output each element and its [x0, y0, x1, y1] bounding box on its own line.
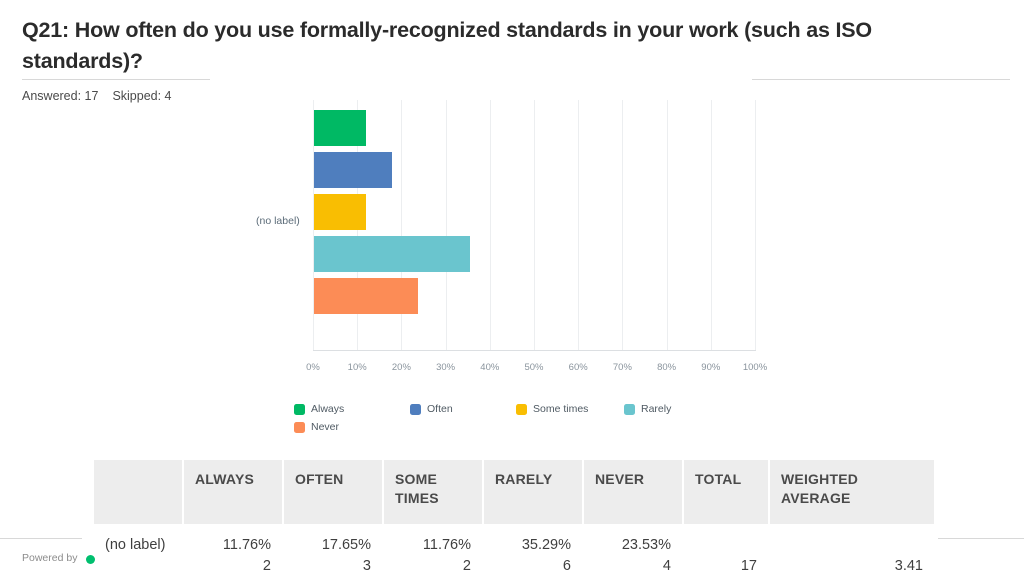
chart-bar-never	[314, 278, 418, 314]
chart-bar-rarely	[314, 236, 470, 272]
legend-item-some-times[interactable]: Some times	[516, 403, 588, 415]
chart-gridline	[534, 100, 535, 350]
legend-label: Some times	[533, 403, 589, 415]
table-header-sometimes: SOME TIMES	[384, 460, 482, 524]
chart-gridline	[710, 100, 712, 350]
legend-swatch-icon	[294, 403, 305, 415]
table-header-rarely: RARELY	[484, 460, 582, 524]
chart-x-tick-label: 0%	[306, 362, 320, 373]
chart-gridline	[755, 100, 756, 350]
cell-sometimes: 11.76% 2	[384, 526, 482, 576]
cell-always-percent: 11.76%	[222, 537, 271, 553]
results-chart: (no label) 0% 10% 20% 30% 40% 50% 60% 70% 80% 90%…	[0, 0, 1024, 400]
table-row: (no label) 11.76% 2 17.65% 3 11.76% 2 35…	[94, 526, 934, 576]
legend-item-never[interactable]: Never	[294, 421, 339, 433]
legend-item-rarely[interactable]: Rarely	[624, 403, 671, 415]
table-header-blank	[94, 460, 182, 524]
chart-x-tick-label: 40%	[480, 362, 500, 373]
chart-x-tick-label: 20%	[391, 362, 411, 373]
cell-often-percent: 17.65%	[321, 537, 371, 553]
chart-gridline	[489, 100, 491, 350]
cell-often: 17.65% 3	[284, 526, 382, 576]
powered-by-label: Powered by	[22, 552, 78, 564]
cell-rarely-percent: 35.29%	[521, 537, 571, 553]
chart-gridline	[622, 100, 624, 350]
legend-swatch-icon	[294, 421, 305, 433]
chart-x-tick-label: 100%	[742, 362, 768, 373]
surveymonkey-logo-icon	[86, 555, 95, 564]
legend-row: Always Often Some times Rarely	[294, 403, 724, 418]
cell-never-percent: 23.53%	[621, 537, 671, 553]
table-header-always: ALWAYS	[184, 460, 282, 524]
chart-legend: Always Often Some times Rarely Never	[294, 403, 724, 439]
cell-always-count: 2	[262, 558, 271, 574]
chart-gridline	[578, 100, 580, 350]
chart-gridline	[445, 100, 447, 350]
footer-divider-left	[0, 538, 82, 539]
chart-x-tick-label: 90%	[701, 362, 721, 373]
table-header-often: OFTEN	[284, 460, 382, 524]
results-table: ALWAYS OFTEN SOME TIMES RARELY NEVER TOT…	[92, 458, 936, 576]
chart-x-tick-label: 80%	[657, 362, 677, 373]
legend-label: Always	[311, 403, 345, 415]
chart-bar-always	[314, 110, 366, 146]
legend-item-always[interactable]: Always	[294, 403, 344, 415]
table-header-total: TOTAL	[684, 460, 768, 524]
legend-swatch-icon	[624, 403, 635, 415]
legend-swatch-icon	[410, 403, 421, 415]
footer-divider-right	[938, 538, 1024, 539]
chart-x-tick-label: 70%	[612, 362, 632, 373]
cell-weighted-average: 3.41	[770, 526, 934, 576]
chart-bar-often	[314, 152, 392, 188]
cell-total: 17	[684, 526, 768, 576]
cell-never: 23.53% 4	[584, 526, 682, 576]
cell-sometimes-percent: 11.76%	[422, 537, 471, 553]
chart-gridline	[666, 100, 668, 350]
cell-never-count: 4	[662, 558, 671, 574]
legend-label: Rarely	[641, 403, 672, 415]
table-header-never: NEVER	[584, 460, 682, 524]
cell-often-count: 3	[362, 558, 371, 574]
survey-results-page: Q21: How often do you use formally-recog…	[0, 0, 1024, 576]
legend-row: Never	[294, 421, 724, 436]
chart-plot-area	[313, 100, 756, 350]
legend-item-often[interactable]: Often	[410, 403, 453, 415]
table-header-row: ALWAYS OFTEN SOME TIMES RARELY NEVER TOT…	[94, 460, 934, 524]
legend-label: Often	[427, 403, 453, 415]
legend-label: Never	[311, 421, 340, 433]
chart-x-axis-line	[313, 350, 756, 351]
chart-x-tick-label: 30%	[436, 362, 456, 373]
table-header-weighted-average: WEIGHTED AVERAGE	[770, 460, 934, 524]
chart-x-tick-label: 10%	[347, 362, 367, 373]
legend-swatch-icon	[516, 403, 527, 415]
row-label: (no label)	[94, 526, 182, 576]
cell-rarely: 35.29% 6	[484, 526, 582, 576]
chart-x-tick-label: 60%	[568, 362, 588, 373]
cell-sometimes-count: 2	[462, 558, 471, 574]
cell-always: 11.76% 2	[184, 526, 282, 576]
chart-y-category-label: (no label)	[256, 215, 300, 227]
cell-rarely-count: 6	[562, 558, 571, 574]
chart-bar-some-times	[314, 194, 366, 230]
chart-x-tick-label: 50%	[524, 362, 544, 373]
